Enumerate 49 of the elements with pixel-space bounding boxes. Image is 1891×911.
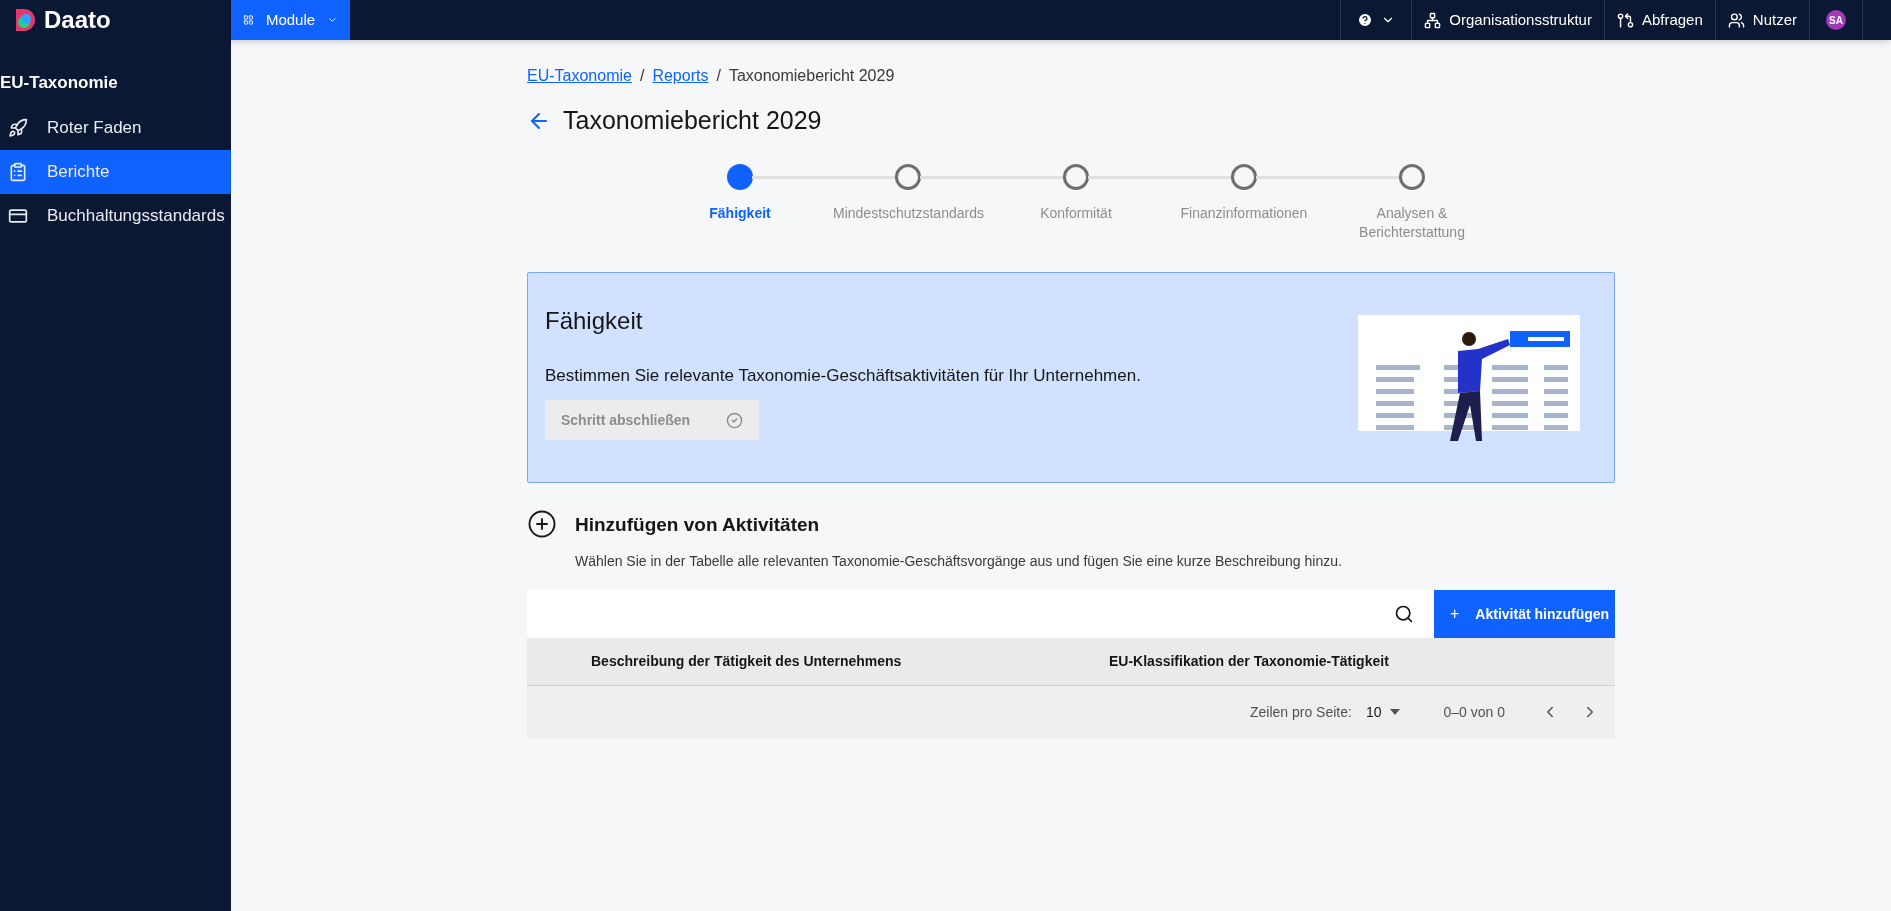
logo-text: Daato — [44, 5, 111, 35]
add-activity-button[interactable]: + Aktivität hinzufügen — [1434, 590, 1615, 638]
step-label: Konformität — [1039, 203, 1113, 223]
logo-icon — [16, 9, 36, 31]
users-icon — [1727, 11, 1745, 29]
sidebar-item[interactable]: Buchhaltungsstandards — [0, 194, 231, 238]
page-range: 0–0 von 0 — [1443, 702, 1505, 722]
hierarchy-icon — [1424, 11, 1442, 29]
step-indicator[interactable] — [1399, 163, 1425, 190]
step-indicator[interactable] — [895, 163, 921, 190]
module-button[interactable]: Module — [231, 0, 350, 40]
topbar-link[interactable]: Nutzer — [1714, 0, 1809, 40]
card-icon — [8, 206, 28, 226]
search-icon — [1394, 604, 1414, 624]
column-header: EU-Klassifikation der Taxonomie-Tätigkeit — [1109, 652, 1389, 671]
rocket-icon — [8, 118, 28, 138]
column-header: Beschreibung der Tätigkeit des Unternehmens — [591, 652, 903, 671]
breadcrumb-link[interactable]: EU-Taxonomie — [527, 64, 632, 88]
page-title: Taxonomiebericht 2029 — [563, 105, 822, 136]
branch-arrow-icon — [1616, 11, 1634, 29]
add-circle-icon[interactable] — [527, 508, 557, 539]
breadcrumb-current: Taxonomiebericht 2029 — [728, 66, 895, 86]
check-circle-icon — [726, 411, 743, 429]
help-icon — [1357, 12, 1374, 28]
step-indicator[interactable] — [1063, 163, 1089, 190]
step-label: Mindestschutzstandards — [833, 203, 983, 223]
step-indicator[interactable] — [1231, 163, 1257, 190]
card-description: Bestimmen Sie relevante Taxonomie-Geschäftsaktivitäten für Ihr Unternehmen. — [545, 364, 1141, 387]
topbar-link[interactable]: Organisationsstruktur — [1411, 0, 1604, 40]
breadcrumb-separator: / — [716, 66, 721, 86]
section-title: Hinzufügen von Aktivitäten — [575, 512, 821, 537]
topbar-link[interactable]: Abfragen — [1603, 0, 1715, 40]
sidebar-item[interactable]: Berichte — [0, 150, 231, 194]
step-indicator[interactable] — [727, 163, 753, 190]
sidebar-item[interactable]: Roter Faden — [0, 106, 231, 150]
rows-per-page-select[interactable]: 10 — [1365, 701, 1400, 723]
caret-icon — [1389, 709, 1400, 715]
sidebar-title: EU-Taxonomie — [0, 72, 119, 94]
clipboard-icon — [8, 162, 28, 182]
card-title: Fähigkeit — [545, 305, 644, 336]
step-label: Finanzinformationen — [1179, 203, 1309, 223]
step-label: Fähigkeit — [708, 203, 772, 223]
breadcrumb-link[interactable]: Reports — [652, 64, 709, 88]
grid-icon — [243, 12, 254, 28]
rows-per-page-label: Zeilen pro Seite: — [1249, 702, 1352, 722]
step-label: Analysen & Berichterstattung — [1358, 203, 1466, 242]
breadcrumb-separator: / — [639, 66, 645, 86]
user-avatar[interactable]: SA — [1826, 10, 1846, 30]
section-description: Wählen Sie in der Tabelle alle relevanten Taxonomie-Geschäftsvorgänge aus und fügen Sie eine kurze Beschreibung hinzu. — [575, 552, 1342, 571]
